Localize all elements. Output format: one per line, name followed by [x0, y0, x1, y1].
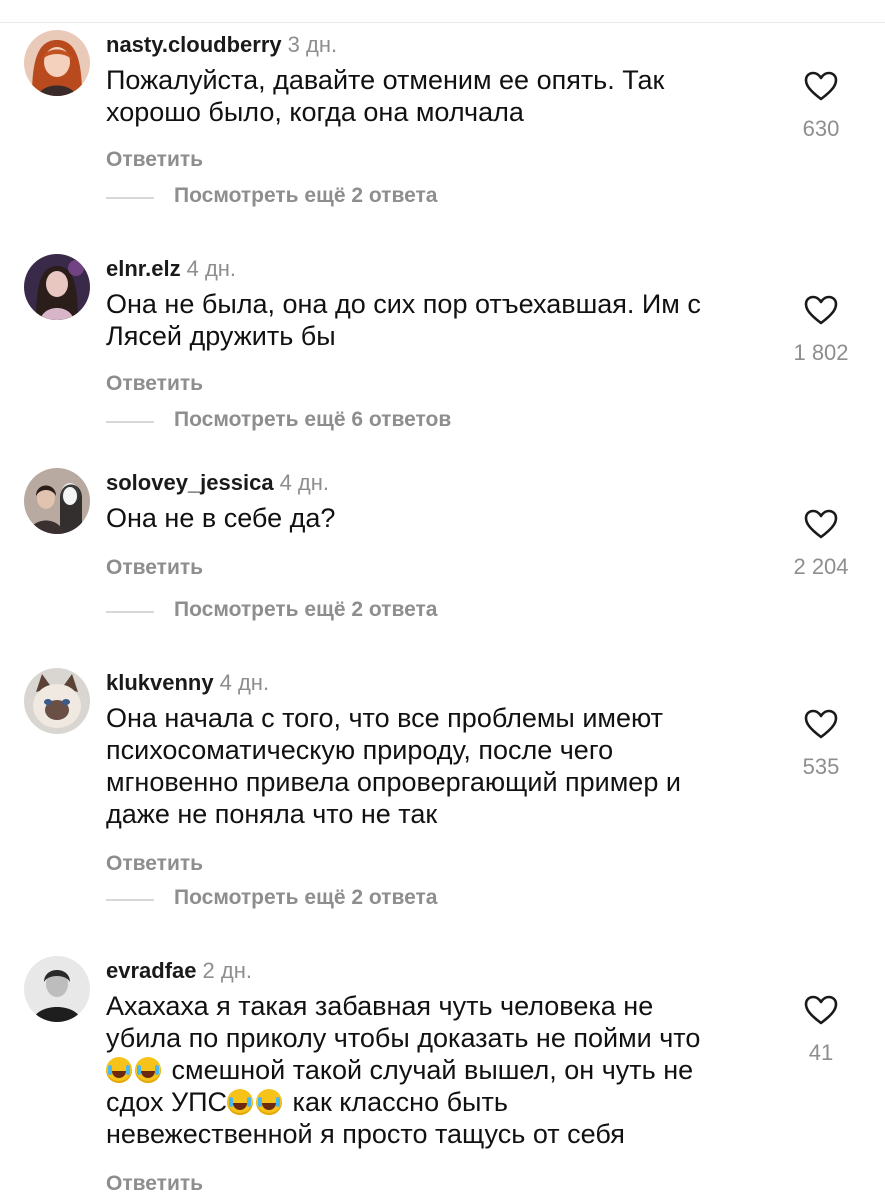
like-count: 1 802 — [793, 340, 849, 365]
like-count: 535 — [802, 754, 840, 779]
comment-line: убила по приколу чтобы доказать не пойми… — [106, 1023, 701, 1053]
replies-divider — [106, 197, 154, 199]
comment-line-text: сдох УПС — [106, 1087, 228, 1117]
comment-line: даже не поняла что не так — [106, 799, 438, 829]
comment-meta: nasty.cloudberry 3 дн. — [106, 30, 337, 59]
top-divider — [0, 22, 885, 23]
heart-outline-icon — [804, 71, 838, 101]
like-button[interactable] — [781, 508, 861, 540]
comment-line: смешной такой случай вышел, он чуть не — [106, 1054, 786, 1086]
like-button[interactable] — [781, 994, 861, 1026]
comment-text: Она начала с того, что все проблемы имею… — [106, 702, 786, 830]
comment-line: хорошо было, когда она молчала — [106, 97, 524, 127]
comment-line: психосоматическую природу, после чего — [106, 735, 614, 765]
comment-text: Она не была, она до сих пор отъехавшая. … — [106, 288, 786, 352]
face-with-tears-of-joy-icon — [256, 1089, 283, 1115]
avatar-monochrome-person-icon — [24, 956, 90, 1022]
heart-outline-icon — [804, 509, 838, 539]
view-more-replies-label: Посмотреть ещё 2 ответа — [174, 184, 438, 207]
comment-time: 3 дн. — [287, 32, 338, 57]
avatar-cat-icon — [24, 668, 90, 734]
comment-time: 4 дн. — [186, 256, 237, 281]
avatar[interactable] — [24, 254, 90, 320]
username[interactable]: solovey_jessica — [106, 470, 274, 495]
comment-line: невежественной я просто тащусь от себя — [106, 1119, 625, 1149]
comment-line: мгновенно привела опровергающий пример и — [106, 767, 681, 797]
like-block: 2 204 — [781, 508, 861, 580]
replies-divider — [106, 421, 154, 423]
face-with-tears-of-joy-icon — [135, 1057, 161, 1083]
comment-text: Она не в себе да? — [106, 502, 786, 534]
reply-button[interactable]: Ответить — [106, 852, 203, 876]
comment-line: Ахахаха я такая забавная чуть человека н… — [106, 991, 654, 1021]
like-count: 41 — [808, 1040, 834, 1065]
like-block: 630 — [781, 70, 861, 142]
heart-outline-icon — [804, 709, 838, 739]
reply-button[interactable]: Ответить — [106, 556, 203, 580]
username[interactable]: evradfae — [106, 958, 197, 983]
comment-line: Пожалуйста, давайте отменим ее опять. Та… — [106, 65, 665, 95]
like-block: 41 — [781, 994, 861, 1066]
comment-meta: evradfae 2 дн. — [106, 956, 252, 985]
replies-divider — [106, 611, 154, 613]
like-button[interactable] — [781, 708, 861, 740]
comment-line: сдох УПС как классно быть — [106, 1086, 786, 1118]
avatar-group-photo-icon — [24, 468, 90, 534]
heart-outline-icon — [804, 295, 838, 325]
view-more-replies-label: Посмотреть ещё 6 ответов — [174, 408, 452, 431]
like-button[interactable] — [781, 70, 861, 102]
like-block: 535 — [781, 708, 861, 780]
username[interactable]: klukvenny — [106, 670, 214, 695]
comment-line: Она не была, она до сих пор отъехавшая. … — [106, 289, 701, 319]
comment-time: 2 дн. — [202, 958, 252, 983]
like-block: 1 802 — [781, 294, 861, 366]
comment-line: Лясей дружить бы — [106, 321, 336, 351]
comment-meta: klukvenny 4 дн. — [106, 668, 269, 697]
username[interactable]: nasty.cloudberry — [106, 32, 282, 57]
like-count: 630 — [802, 116, 840, 141]
comment-time: 4 дн. — [219, 670, 270, 695]
avatar[interactable] — [24, 668, 90, 734]
face-with-tears-of-joy-icon — [106, 1057, 132, 1083]
username[interactable]: elnr.elz — [106, 256, 181, 281]
heart-outline-icon — [804, 995, 838, 1025]
comment-line: Она начала с того, что все проблемы имею… — [106, 703, 664, 733]
view-more-replies-label: Посмотреть ещё 2 ответа — [174, 886, 438, 909]
comment-time: 4 дн. — [279, 470, 330, 495]
avatar[interactable] — [24, 30, 90, 96]
reply-button[interactable]: Ответить — [106, 1172, 203, 1196]
reply-button[interactable]: Ответить — [106, 148, 203, 172]
like-count: 2 204 — [793, 554, 849, 579]
face-with-tears-of-joy-icon — [227, 1089, 254, 1115]
comment-line-text: как классно быть — [292, 1087, 508, 1117]
avatar-girl-orange-hair-icon — [24, 30, 90, 96]
avatar-woman-purple-icon — [24, 254, 90, 320]
avatar[interactable] — [24, 468, 90, 534]
like-button[interactable] — [781, 294, 861, 326]
comment-text: Ахахаха я такая забавная чуть человека н… — [106, 990, 786, 1150]
comment-meta: solovey_jessica 4 дн. — [106, 468, 329, 497]
avatar[interactable] — [24, 956, 90, 1022]
reply-button[interactable]: Ответить — [106, 372, 203, 396]
comment-line-text: смешной такой случай вышел, он чуть не — [171, 1055, 694, 1085]
comment-text: Пожалуйста, давайте отменим ее опять. Та… — [106, 64, 786, 128]
view-more-replies-label: Посмотреть ещё 2 ответа — [174, 598, 438, 621]
comment-line: Она не в себе да? — [106, 503, 336, 533]
replies-divider — [106, 899, 154, 901]
comment-meta: elnr.elz 4 дн. — [106, 254, 236, 283]
